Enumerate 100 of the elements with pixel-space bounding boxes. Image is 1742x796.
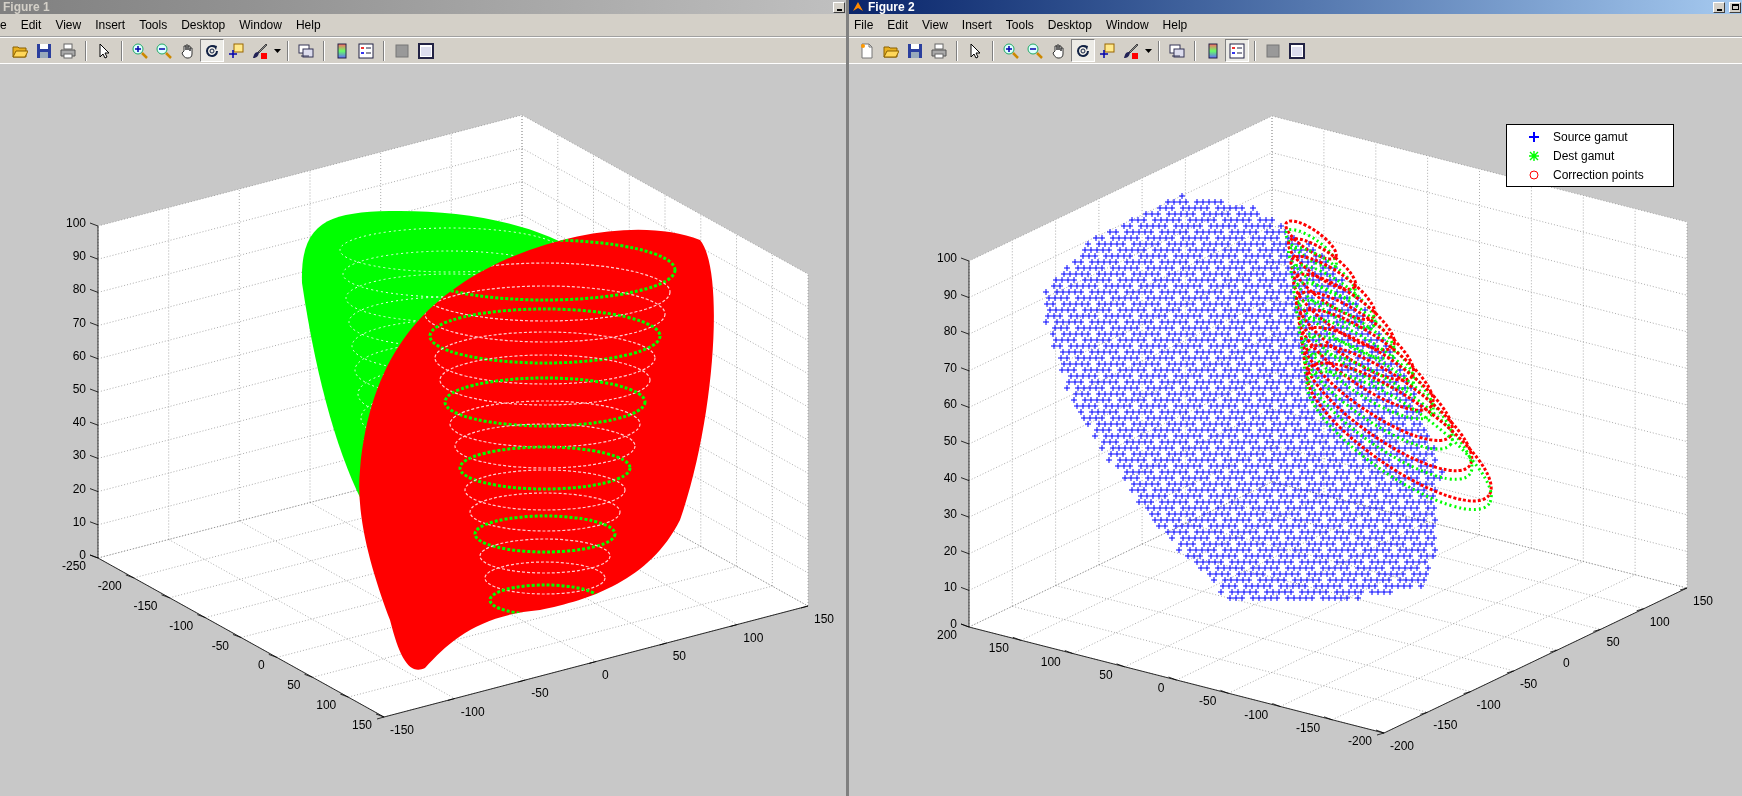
brush-icon [1123, 42, 1139, 59]
legend-label: Correction points [1553, 166, 1644, 184]
minimize-button[interactable] [1713, 1, 1725, 13]
zoom-out-icon [156, 42, 172, 59]
linked-plots-icon [1169, 42, 1185, 59]
tick-label: 90 [943, 287, 957, 302]
brush-icon [252, 42, 268, 59]
dropdown-caret-icon [273, 48, 281, 53]
rotate-icon [1075, 42, 1091, 59]
tick-label: 20 [72, 481, 86, 496]
tick-label: 80 [943, 324, 957, 339]
data-cursor-icon [1099, 42, 1115, 59]
maximize-button[interactable] [1729, 1, 1741, 13]
colorbar-icon [334, 42, 350, 59]
tick-label: 50 [943, 434, 957, 448]
tick-label: 0 [1563, 656, 1570, 671]
hand-icon [1051, 42, 1067, 59]
minimize-button[interactable] [833, 1, 845, 13]
tick-label: 150 [814, 612, 835, 626]
printer-icon [931, 42, 947, 59]
rotate-button[interactable] [200, 39, 224, 62]
tick-label: -50 [1519, 676, 1538, 691]
legend-icon [1229, 42, 1245, 59]
tick-label: 50 [1099, 667, 1113, 682]
tick-label: 30 [72, 448, 86, 463]
menu-item[interactable]: e [0, 16, 7, 34]
tick-label: 40 [943, 470, 957, 485]
printer-icon [60, 42, 76, 59]
tick-label: -250 [61, 559, 86, 573]
tick-label: -150 [1296, 720, 1321, 735]
window-frame-icon [418, 42, 434, 59]
window-frame-icon [1289, 42, 1305, 59]
rotate-icon [204, 42, 220, 59]
tick-label: 0 [258, 658, 265, 673]
tick-label: 100 [936, 251, 957, 265]
tick-label: -100 [1244, 707, 1269, 722]
menu-item[interactable]: Insert [95, 16, 126, 34]
tick-label: 50 [287, 678, 301, 693]
zoom-out-icon [1027, 42, 1043, 59]
menu-item[interactable]: Window [1105, 16, 1149, 34]
menu-item[interactable]: Insert [961, 16, 992, 34]
menu-item[interactable]: Tools [1005, 16, 1034, 34]
menu-item[interactable]: Edit [887, 16, 909, 34]
tick-label: 80 [72, 282, 86, 297]
tick-label: -150 [133, 598, 158, 613]
tick-label: 100 [1040, 654, 1061, 669]
tick-label: 0 [950, 617, 957, 631]
legend-button[interactable] [1225, 39, 1249, 62]
menu-item[interactable]: File [854, 16, 874, 34]
rotate-button[interactable] [1071, 39, 1095, 62]
window-title: Figure 1 [3, 1, 50, 13]
tick-label: -200 [97, 578, 122, 593]
menu-item[interactable]: View [55, 16, 82, 34]
colorbar-icon [1205, 42, 1221, 59]
menu-item[interactable]: Desktop [181, 16, 226, 34]
menu-item[interactable]: Desktop [1047, 16, 1092, 34]
tick-label: -100 [460, 704, 485, 719]
menu-item[interactable]: Tools [139, 16, 168, 34]
dropdown-caret-icon [1144, 48, 1152, 53]
data-cursor-icon [228, 42, 244, 59]
tick-label: -50 [1199, 694, 1217, 709]
tick-label: 50 [672, 649, 687, 663]
tick-label: -200 [1347, 734, 1372, 748]
tick-label: 0 [1157, 681, 1165, 695]
tick-label: -150 [390, 723, 415, 737]
tick-label: 30 [943, 507, 957, 522]
menu-item[interactable]: Window [239, 16, 282, 34]
hand-icon [180, 42, 196, 59]
tick-label: 0 [79, 548, 86, 562]
new-page-icon [859, 42, 875, 59]
tick-label: 20 [943, 543, 957, 558]
zoom-in-icon [1003, 42, 1019, 59]
legend-icon [358, 42, 374, 59]
tick-label: 60 [943, 397, 957, 412]
hide-tools-square-icon [1265, 42, 1281, 59]
tick-label: -100 [1476, 697, 1501, 712]
window-title: Figure 2 [868, 1, 915, 13]
linked-plots-icon [298, 42, 314, 59]
legend-label: Source gamut [1553, 128, 1628, 146]
menu-item[interactable]: Edit [20, 16, 42, 34]
menu-item[interactable]: Help [1162, 16, 1188, 34]
save-icon [36, 42, 52, 59]
tick-label: 150 [351, 718, 372, 732]
tick-label: 70 [943, 360, 957, 375]
tick-label: -200 [1390, 739, 1415, 753]
tick-label: 100 [743, 630, 764, 645]
save-icon [907, 42, 923, 59]
tick-label: 90 [72, 249, 86, 264]
tick-label: 60 [72, 348, 86, 363]
cursor-arrow-icon [96, 42, 112, 59]
tick-label: 50 [1606, 635, 1620, 650]
tick-label: 70 [72, 315, 86, 330]
tick-label: 0 [602, 667, 609, 682]
menu-item[interactable]: View [922, 16, 948, 34]
legend-label: Dest gamut [1553, 147, 1615, 165]
tick-label: 150 [1693, 594, 1714, 608]
tick-label: 40 [72, 415, 86, 430]
menu-item[interactable]: Help [295, 16, 321, 34]
tick-label: 100 [316, 698, 337, 713]
tick-label: -50 [531, 686, 549, 700]
